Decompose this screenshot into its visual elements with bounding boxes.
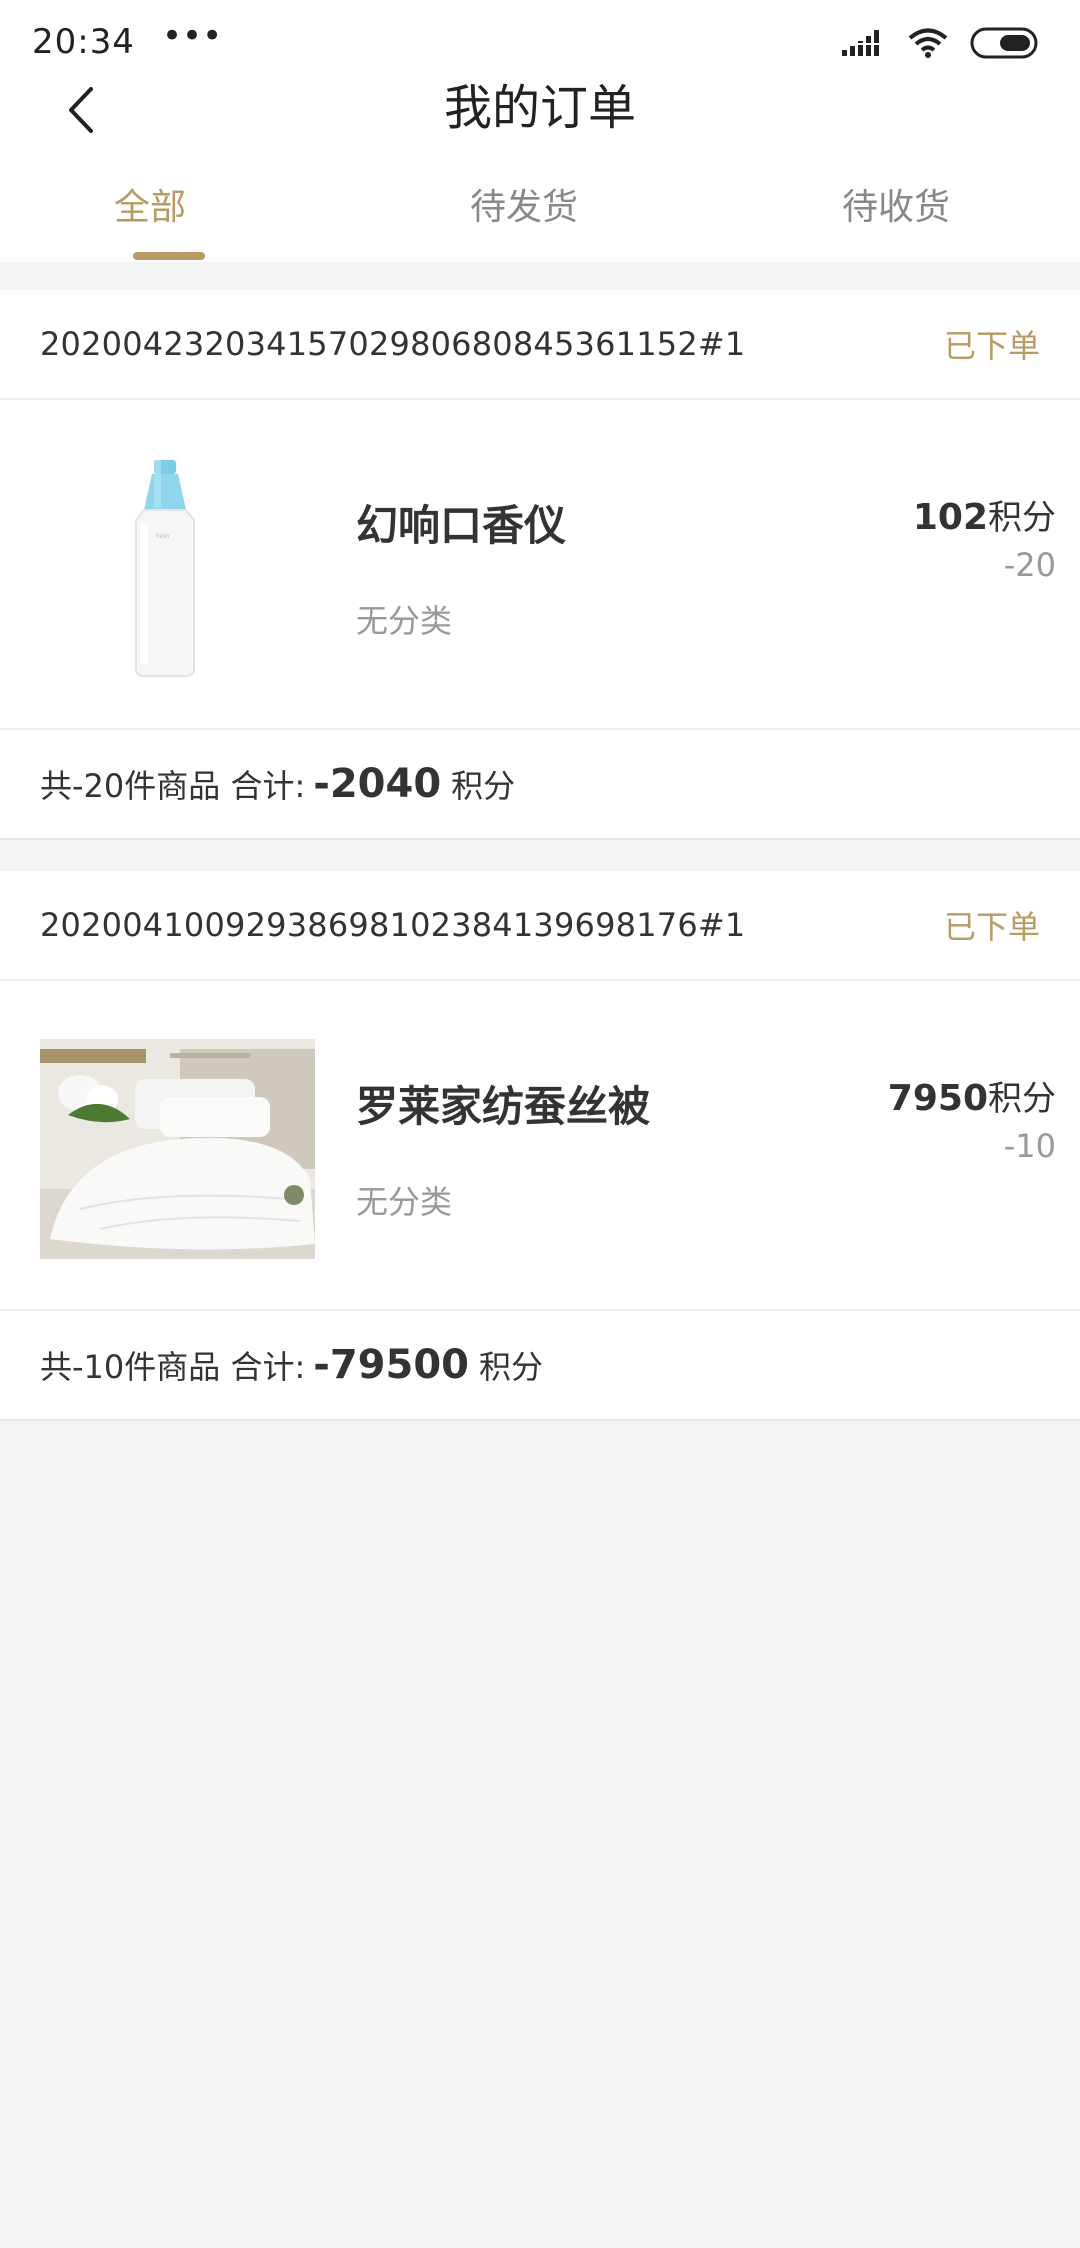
notification-dots: ••• xyxy=(162,16,223,56)
order-header: 20200410092938698102384139698176#1 已下单 xyxy=(0,871,1080,981)
order-number: 20200423203415702980680845361152#1 xyxy=(40,325,746,363)
product-category: 无分类 xyxy=(356,1183,453,1221)
product-quantity: -10 xyxy=(1003,1127,1056,1165)
quilt-image xyxy=(40,1039,315,1259)
svg-text:fresh: fresh xyxy=(156,534,169,540)
product-price: 7950积分 xyxy=(888,1071,1056,1120)
wifi-icon xyxy=(908,28,948,58)
summary-unit: 积分 xyxy=(451,767,516,805)
order-header: 20200423203415702980680845361152#1 已下单 xyxy=(0,290,1080,400)
order-card[interactable]: 20200410092938698102384139698176#1 已下单 罗… xyxy=(0,871,1080,1421)
tab-pending-shipment[interactable]: 待发货 xyxy=(470,178,578,230)
tab-pending-receipt[interactable]: 待收货 xyxy=(842,178,950,230)
price-unit: 积分 xyxy=(988,1079,1056,1119)
product-image: fresh xyxy=(40,458,315,678)
summary-prefix: 共-10件商品 合计: xyxy=(40,1348,306,1386)
top-area: 20:34 ••• 我的订单 全部 待发货 待收货 xyxy=(0,0,1080,262)
page-title: 我的订单 xyxy=(443,80,636,136)
tab-bar: 全部 待发货 待收货 xyxy=(0,172,1080,262)
product-image xyxy=(40,1039,315,1259)
product-name: 罗莱家纺蚕丝被 xyxy=(356,1082,651,1131)
price-unit: 积分 xyxy=(988,498,1056,538)
signal-icon xyxy=(842,30,879,56)
tab-active-indicator xyxy=(133,252,205,260)
order-summary: 共-10件商品 合计: -79500 积分 xyxy=(0,1311,1080,1421)
order-summary: 共-20件商品 合计: -2040 积分 xyxy=(0,730,1080,840)
product-name: 幻响口香仪 xyxy=(356,501,567,550)
nav-bar: 我的订单 xyxy=(0,60,1080,170)
tab-all[interactable]: 全部 xyxy=(114,178,186,230)
order-item[interactable]: 罗莱家纺蚕丝被 无分类 7950积分 -10 xyxy=(0,981,1080,1311)
status-icons xyxy=(842,26,1040,60)
bottle-image: fresh xyxy=(135,460,195,677)
order-number: 20200410092938698102384139698176#1 xyxy=(40,906,746,944)
order-status: 已下单 xyxy=(943,908,1040,946)
price-value: 7950 xyxy=(887,1078,988,1119)
order-item[interactable]: fresh 幻响口香仪 无分类 102积分 -20 xyxy=(0,400,1080,730)
price-value: 102 xyxy=(912,497,988,538)
summary-total: -2040 xyxy=(313,761,442,807)
status-time: 20:34 xyxy=(32,22,135,62)
product-price: 102积分 xyxy=(913,490,1056,539)
product-category: 无分类 xyxy=(356,602,453,640)
summary-unit: 积分 xyxy=(479,1348,544,1386)
order-card[interactable]: 20200423203415702980680845361152#1 已下单 f… xyxy=(0,290,1080,840)
battery-icon xyxy=(970,27,1038,59)
product-quantity: -20 xyxy=(1003,546,1056,584)
summary-prefix: 共-20件商品 合计: xyxy=(40,767,306,805)
summary-total: -79500 xyxy=(313,1342,469,1388)
order-status: 已下单 xyxy=(943,327,1040,365)
